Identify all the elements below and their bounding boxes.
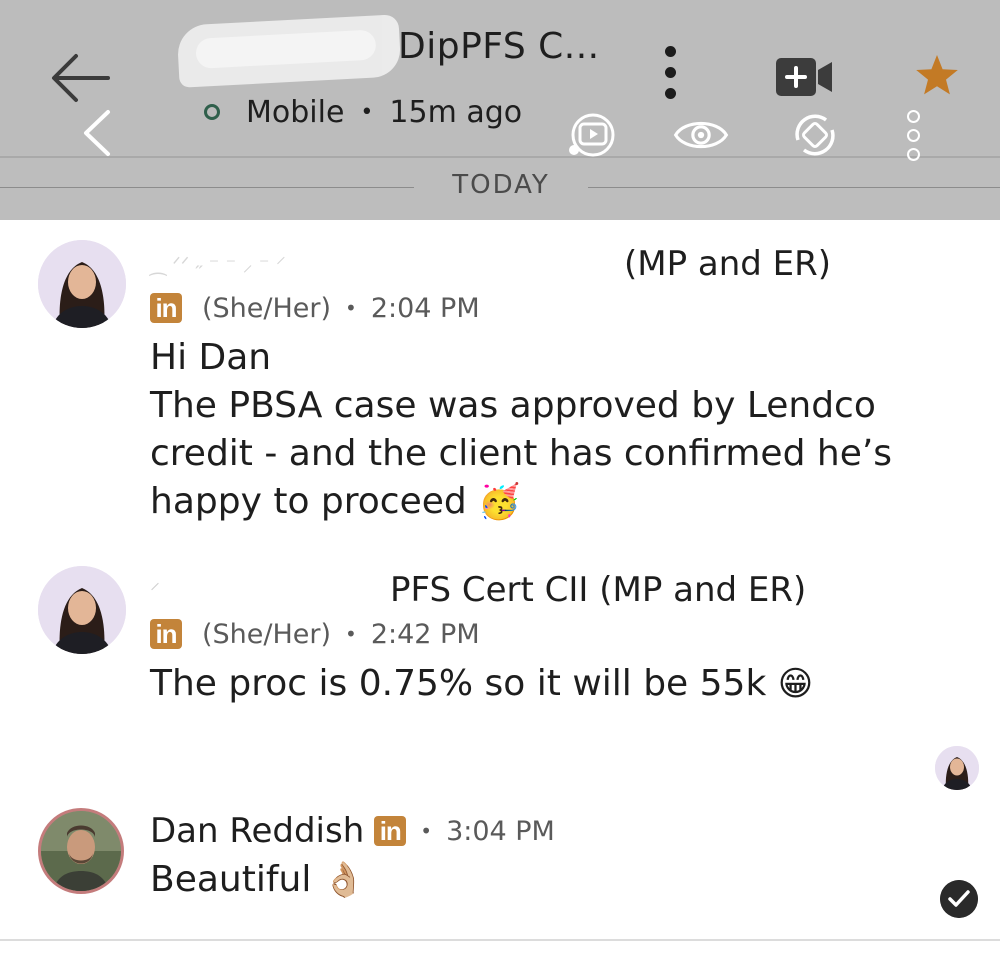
message-line: The proc is 0.75% so it will be 55k — [150, 663, 767, 704]
grinning-emoji-icon: 😁 — [777, 664, 814, 704]
online-indicator-icon — [204, 104, 220, 120]
avatar[interactable] — [38, 566, 126, 654]
sender-name-visible: (MP and ER) — [624, 244, 832, 284]
composer-divider — [0, 939, 1000, 941]
meta-separator: • — [345, 296, 357, 320]
back-chevron-icon[interactable] — [78, 108, 118, 158]
pronouns: (She/Her) — [202, 618, 332, 650]
avatar[interactable] — [38, 808, 124, 894]
sender-name-visible: PFS Cert CII (MP and ER) — [390, 570, 807, 610]
message-item: ⸍ PFS Cert CII (MP and ER) in (She/Her) … — [150, 568, 950, 708]
date-divider: TODAY — [0, 170, 1000, 206]
message-item: Dan Reddish in • 3:04 PM Beautiful 👌🏼 — [150, 806, 910, 904]
delivered-check-icon — [940, 880, 978, 918]
message-line: credit - and the client has confirmed he… — [150, 433, 893, 474]
screen-share-icon[interactable] — [564, 110, 622, 160]
status-label: Mobile — [246, 94, 345, 130]
sender-name[interactable]: Dan Reddish — [150, 811, 364, 851]
last-seen: 15m ago — [389, 94, 523, 130]
rotate-icon[interactable] — [786, 110, 844, 160]
sender-name[interactable]: ⸍ PFS Cert CII (MP and ER) — [150, 568, 950, 612]
message-line: happy to proceed — [150, 481, 467, 522]
chat-header: DipPFS C... Mobile • 15m ago TODAY — [0, 0, 1000, 220]
message-time: 2:42 PM — [370, 618, 480, 650]
ok-hand-emoji-icon: 👌🏼 — [322, 860, 366, 900]
message-item: ⁔ ᐟᐟ ˶ ⁻ ⁻ ⸝ ⁻ ⸍ (MP and ER) in (She/Her… — [150, 242, 950, 526]
date-divider-label: TODAY — [452, 170, 550, 200]
avatar[interactable] — [38, 240, 126, 328]
message-line: Hi Dan — [150, 337, 272, 378]
linkedin-badge-icon: in — [150, 619, 182, 649]
redacted-name — [176, 14, 402, 88]
status-separator: • — [360, 99, 374, 125]
message-meta: Dan Reddish in • 3:04 PM — [150, 806, 910, 856]
video-call-icon[interactable] — [776, 56, 834, 98]
seen-receipt-avatar — [935, 746, 979, 790]
linkedin-badge-icon: in — [374, 816, 407, 846]
message-line: The PBSA case was approved by Lendco — [150, 385, 876, 426]
sender-name[interactable]: ⁔ ᐟᐟ ˶ ⁻ ⁻ ⸝ ⁻ ⸍ (MP and ER) — [150, 242, 950, 286]
meta-separator: • — [420, 819, 433, 843]
message-line: Beautiful — [150, 859, 312, 900]
chat-title[interactable]: DipPFS C... — [398, 26, 600, 67]
meta-separator: • — [345, 622, 357, 646]
overflow-icon[interactable] — [903, 110, 923, 161]
message-time: 2:04 PM — [370, 292, 480, 324]
more-options-icon[interactable] — [660, 46, 680, 108]
message-body: The proc is 0.75% so it will be 55k 😁 — [150, 660, 950, 708]
pronouns: (She/Her) — [202, 292, 332, 324]
back-arrow-icon[interactable] — [48, 48, 114, 108]
star-icon[interactable] — [914, 52, 960, 98]
message-meta: in (She/Her) • 2:42 PM — [150, 612, 950, 656]
party-face-emoji-icon: 🥳 — [478, 482, 521, 522]
message-body: Beautiful 👌🏼 — [150, 856, 910, 904]
presence-status: Mobile • 15m ago — [204, 92, 522, 132]
view-icon[interactable] — [672, 110, 730, 160]
message-time: 3:04 PM — [446, 815, 555, 847]
message-meta: in (She/Her) • 2:04 PM — [150, 286, 950, 330]
header-divider — [0, 156, 1000, 158]
linkedin-badge-icon: in — [150, 293, 182, 323]
message-body: Hi Dan The PBSA case was approved by Len… — [150, 334, 950, 526]
